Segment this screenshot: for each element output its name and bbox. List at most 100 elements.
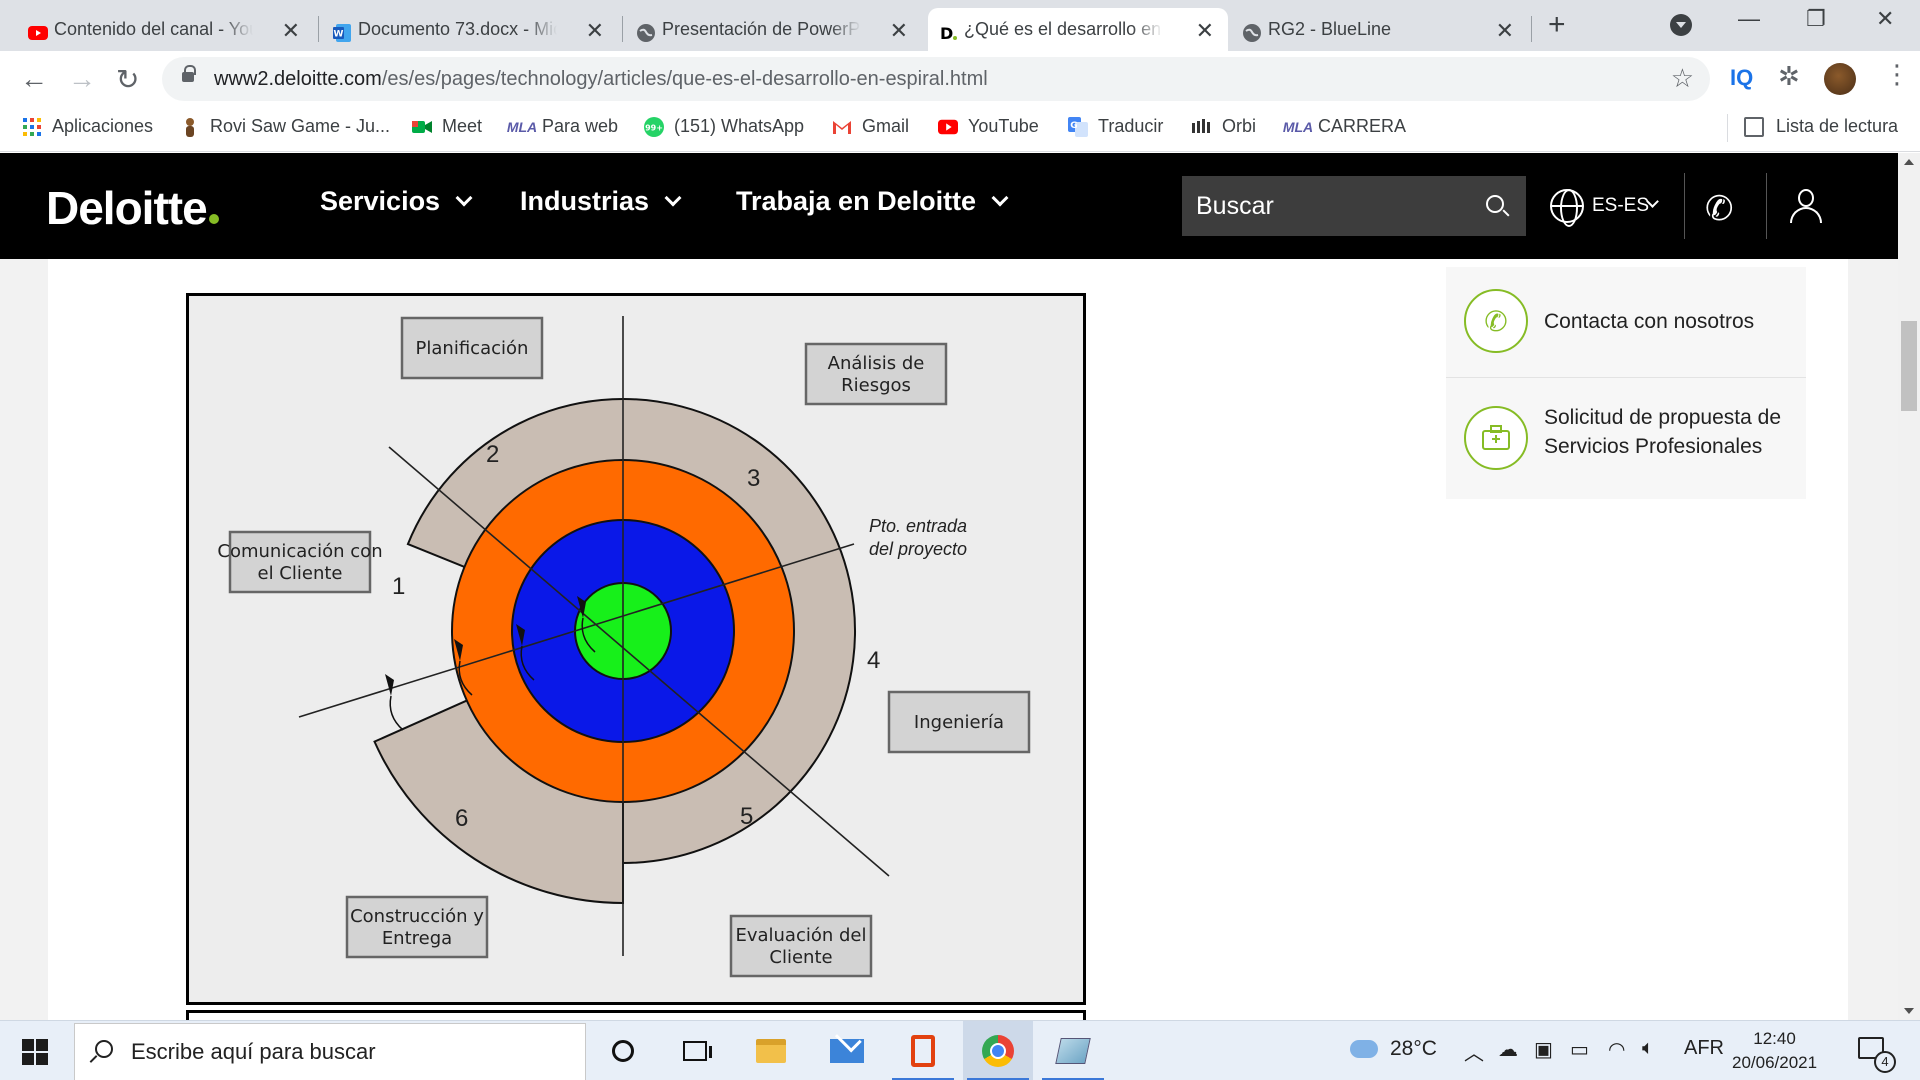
entry-point-label: del proyecto <box>869 539 967 559</box>
close-tab-icon[interactable]: ✕ <box>1496 18 1514 44</box>
tab-title: Documento 73.docx - Microsoft Word <box>358 19 557 39</box>
mla-icon: MLA <box>506 118 538 135</box>
site-search-input[interactable] <box>1196 176 1476 236</box>
wifi-icon[interactable]: ◠ <box>1608 1037 1625 1062</box>
url-host: www2.deloitte.com <box>214 68 382 90</box>
tab-title: Contenido del canal - YouTube Studio <box>54 19 253 39</box>
scroll-up-arrow-icon[interactable] <box>1904 159 1914 165</box>
bookmark-youtube[interactable]: YouTube <box>938 116 1039 137</box>
close-tab-icon[interactable]: ✕ <box>282 18 300 44</box>
bookmark-star-icon[interactable]: ☆ <box>1671 63 1694 94</box>
iq-extension-icon[interactable]: IQ <box>1730 65 1753 91</box>
browser-menu-icon[interactable]: ⋮ <box>1884 59 1910 90</box>
minimize-button[interactable]: — <box>1738 6 1760 32</box>
svg-text:W: W <box>334 30 344 40</box>
system-clock[interactable]: 12:40 20/06/2021 <box>1732 1027 1817 1075</box>
office-button[interactable] <box>888 1021 958 1080</box>
tab-youtube-studio[interactable]: Contenido del canal - YouTube Studio ✕ <box>18 8 314 51</box>
windows-start-icon[interactable] <box>22 1039 48 1065</box>
tray-app-icon[interactable]: ▣ <box>1534 1037 1553 1062</box>
forward-button[interactable]: → <box>68 63 96 95</box>
tab-search-button[interactable] <box>1670 14 1692 36</box>
construction-label: Construcción yEntrega <box>345 895 489 959</box>
chrome-button[interactable] <box>963 1021 1033 1080</box>
user-icon-body <box>1790 207 1822 223</box>
url-path: /es/es/pages/technology/articles/que-es-… <box>381 68 988 90</box>
mail-button[interactable] <box>812 1021 882 1080</box>
close-tab-icon[interactable]: ✕ <box>586 18 604 44</box>
address-bar[interactable]: www2.deloitte.com/es/es/pages/technology… <box>162 57 1710 101</box>
weather-widget[interactable]: 28°C <box>1350 1037 1437 1061</box>
scrollbar-thumb[interactable] <box>1901 321 1917 411</box>
onedrive-icon[interactable]: ☁ <box>1498 1037 1518 1062</box>
task-view-button[interactable] <box>660 1021 730 1080</box>
reading-list-button[interactable]: Lista de lectura <box>1744 116 1898 137</box>
user-icon[interactable] <box>1788 189 1824 225</box>
profile-avatar[interactable] <box>1824 63 1856 95</box>
phone-icon[interactable]: ✆ <box>1705 189 1734 229</box>
restore-button[interactable]: ❐ <box>1806 6 1826 32</box>
tray-chevron-up-icon[interactable]: ︿ <box>1464 1037 1484 1066</box>
evaluation-label-text: Cliente <box>769 947 832 968</box>
input-language[interactable]: AFR <box>1684 1037 1724 1060</box>
bookmark-rovi[interactable]: Rovi Saw Game - Ju... <box>180 116 390 137</box>
cortana-button[interactable] <box>588 1021 658 1080</box>
bookmark-para-web[interactable]: MLA Para web <box>506 116 618 137</box>
deloitte-favicon: D <box>938 23 958 43</box>
word-icon: W <box>332 23 352 43</box>
back-button[interactable]: ← <box>20 63 48 95</box>
bookmark-whatsapp[interactable]: 99+ (151) WhatsApp <box>644 116 804 137</box>
close-tab-icon[interactable]: ✕ <box>890 18 908 44</box>
language-selector[interactable]: ES-ES <box>1592 195 1649 217</box>
page-scrollbar[interactable] <box>1898 153 1920 1020</box>
bookmark-label: Traducir <box>1098 116 1164 136</box>
url-text[interactable]: www2.deloitte.com/es/es/pages/technology… <box>214 68 988 91</box>
lock-icon[interactable] <box>182 65 196 82</box>
reload-button[interactable]: ↻ <box>116 63 139 96</box>
scroll-down-arrow-icon[interactable] <box>1904 1008 1914 1014</box>
taskbar-search-input[interactable] <box>131 1024 571 1080</box>
nav-trabaja[interactable]: Trabaja en Deloitte <box>736 186 1009 217</box>
volume-icon[interactable]: 🔈︎ <box>1642 1037 1654 1060</box>
tab-blueline[interactable]: RG2 - BlueLine ✕ <box>1232 8 1528 51</box>
evaluation-label: Evaluación delCliente <box>729 914 873 978</box>
battery-icon[interactable]: ▭ <box>1570 1037 1589 1062</box>
mla-icon: MLA <box>1282 118 1314 135</box>
svg-text:G: G <box>1070 121 1077 131</box>
nav-servicios[interactable]: Servicios <box>320 186 473 217</box>
new-tab-button[interactable]: + <box>1548 8 1566 42</box>
svg-text:D: D <box>940 24 953 43</box>
mail-icon <box>830 1039 864 1063</box>
youtube-icon <box>28 23 48 43</box>
bookmark-orbi[interactable]: Orbi <box>1192 116 1256 137</box>
tab-powerpoint[interactable]: Presentación de PowerPoint ✕ <box>626 8 922 51</box>
bookmark-gmail[interactable]: Gmail <box>832 116 909 137</box>
office-icon <box>911 1035 935 1067</box>
notes-app-button[interactable] <box>1038 1021 1108 1080</box>
close-tab-icon[interactable]: ✕ <box>1196 18 1214 44</box>
proposal-request-link[interactable]: Solicitud de propuesta de Servicios Prof… <box>1446 378 1806 498</box>
extensions-puzzle-icon[interactable]: ✲ <box>1778 61 1800 92</box>
tab-deloitte-espiral[interactable]: D ¿Qué es el desarrollo en Espiral? ✕ <box>928 8 1228 51</box>
task-view-icon <box>683 1041 712 1061</box>
contact-us-link[interactable]: ✆ Contacta con nosotros <box>1446 267 1806 377</box>
apps-grid-icon <box>22 117 42 137</box>
bookmark-meet[interactable]: Meet <box>412 116 482 137</box>
close-window-button[interactable]: ✕ <box>1876 6 1894 32</box>
meet-icon <box>412 117 432 137</box>
search-icon[interactable] <box>1486 195 1504 213</box>
user-icon-head <box>1798 189 1814 207</box>
nav-label: Trabaja en Deloitte <box>736 186 977 216</box>
bookmark-apps[interactable]: Aplicaciones <box>22 116 153 137</box>
tab-word-document[interactable]: W Documento 73.docx - Microsoft Word ✕ <box>322 8 618 51</box>
next-figure-edge <box>186 1010 1086 1020</box>
tab-title: RG2 - BlueLine <box>1268 19 1392 39</box>
globe-icon[interactable] <box>1550 189 1584 227</box>
bookmark-carrera[interactable]: MLA CARRERA <box>1282 116 1406 137</box>
deloitte-logo[interactable]: Deloitte <box>46 181 219 235</box>
spiral-rings <box>373 398 856 905</box>
bookmark-traducir[interactable]: G Traducir <box>1068 116 1163 137</box>
file-explorer-button[interactable] <box>736 1021 806 1080</box>
contact-us-label: Contacta con nosotros <box>1544 310 1755 333</box>
nav-industrias[interactable]: Industrias <box>520 186 682 217</box>
